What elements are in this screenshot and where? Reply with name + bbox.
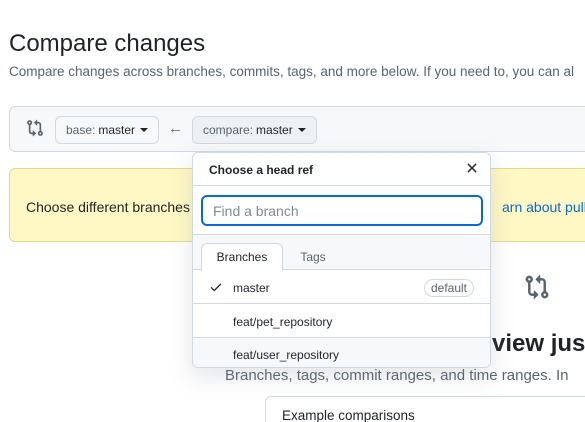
learn-more-link[interactable]: arn about pull r (502, 199, 585, 215)
tab-branches[interactable]: Branches (201, 243, 283, 271)
head-ref-dropdown: Choose a head ref Branches Tags master d… (192, 152, 491, 368)
compare-branch-button[interactable]: compare: master (192, 116, 317, 144)
chevron-down-icon (140, 128, 149, 132)
branch-label: feat/user_repository (233, 348, 340, 362)
blankslate-subtext: Branches, tags, commit ranges, and time … (225, 367, 569, 384)
page-title: Compare changes (9, 30, 206, 57)
tab-tags[interactable]: Tags (291, 243, 335, 271)
base-branch-button[interactable]: base: master (55, 116, 160, 144)
compare-branch-value: master (256, 123, 293, 137)
git-compare-icon (27, 119, 43, 137)
default-badge: default (423, 279, 474, 297)
dropdown-title: Choose a head ref (209, 163, 314, 177)
notice-text: Choose different branches (26, 199, 190, 215)
close-icon[interactable] (464, 160, 480, 176)
page-description: Compare changes across branches, commits… (9, 64, 575, 79)
dropdown-filter (193, 187, 490, 235)
example-comparisons-label: Example comparisons (282, 408, 415, 422)
check-icon (210, 283, 222, 292)
branch-item-master[interactable]: master default (193, 271, 490, 304)
branch-item-feat-user-repository[interactable]: feat/user_repository (193, 338, 490, 367)
branch-label: master (233, 281, 270, 295)
arrow-left-icon: ← (168, 120, 183, 137)
example-comparisons-box: Example comparisons (265, 396, 585, 422)
blankslate-heading: view just (492, 330, 585, 357)
branch-label: feat/pet_repository (233, 315, 333, 329)
git-compare-icon (525, 274, 549, 300)
base-branch-value: master (98, 123, 136, 137)
dropdown-tabs: Branches Tags (193, 235, 490, 271)
branch-search-input[interactable] (201, 195, 483, 226)
chevron-down-icon (297, 128, 306, 132)
compare-prefix: compare: (203, 123, 254, 137)
dropdown-header: Choose a head ref (193, 153, 490, 186)
range-editor: base: master ← compare: master (9, 106, 585, 152)
base-prefix: base: (66, 123, 96, 137)
branch-item-feat-pet-repository[interactable]: feat/pet_repository (193, 305, 490, 338)
